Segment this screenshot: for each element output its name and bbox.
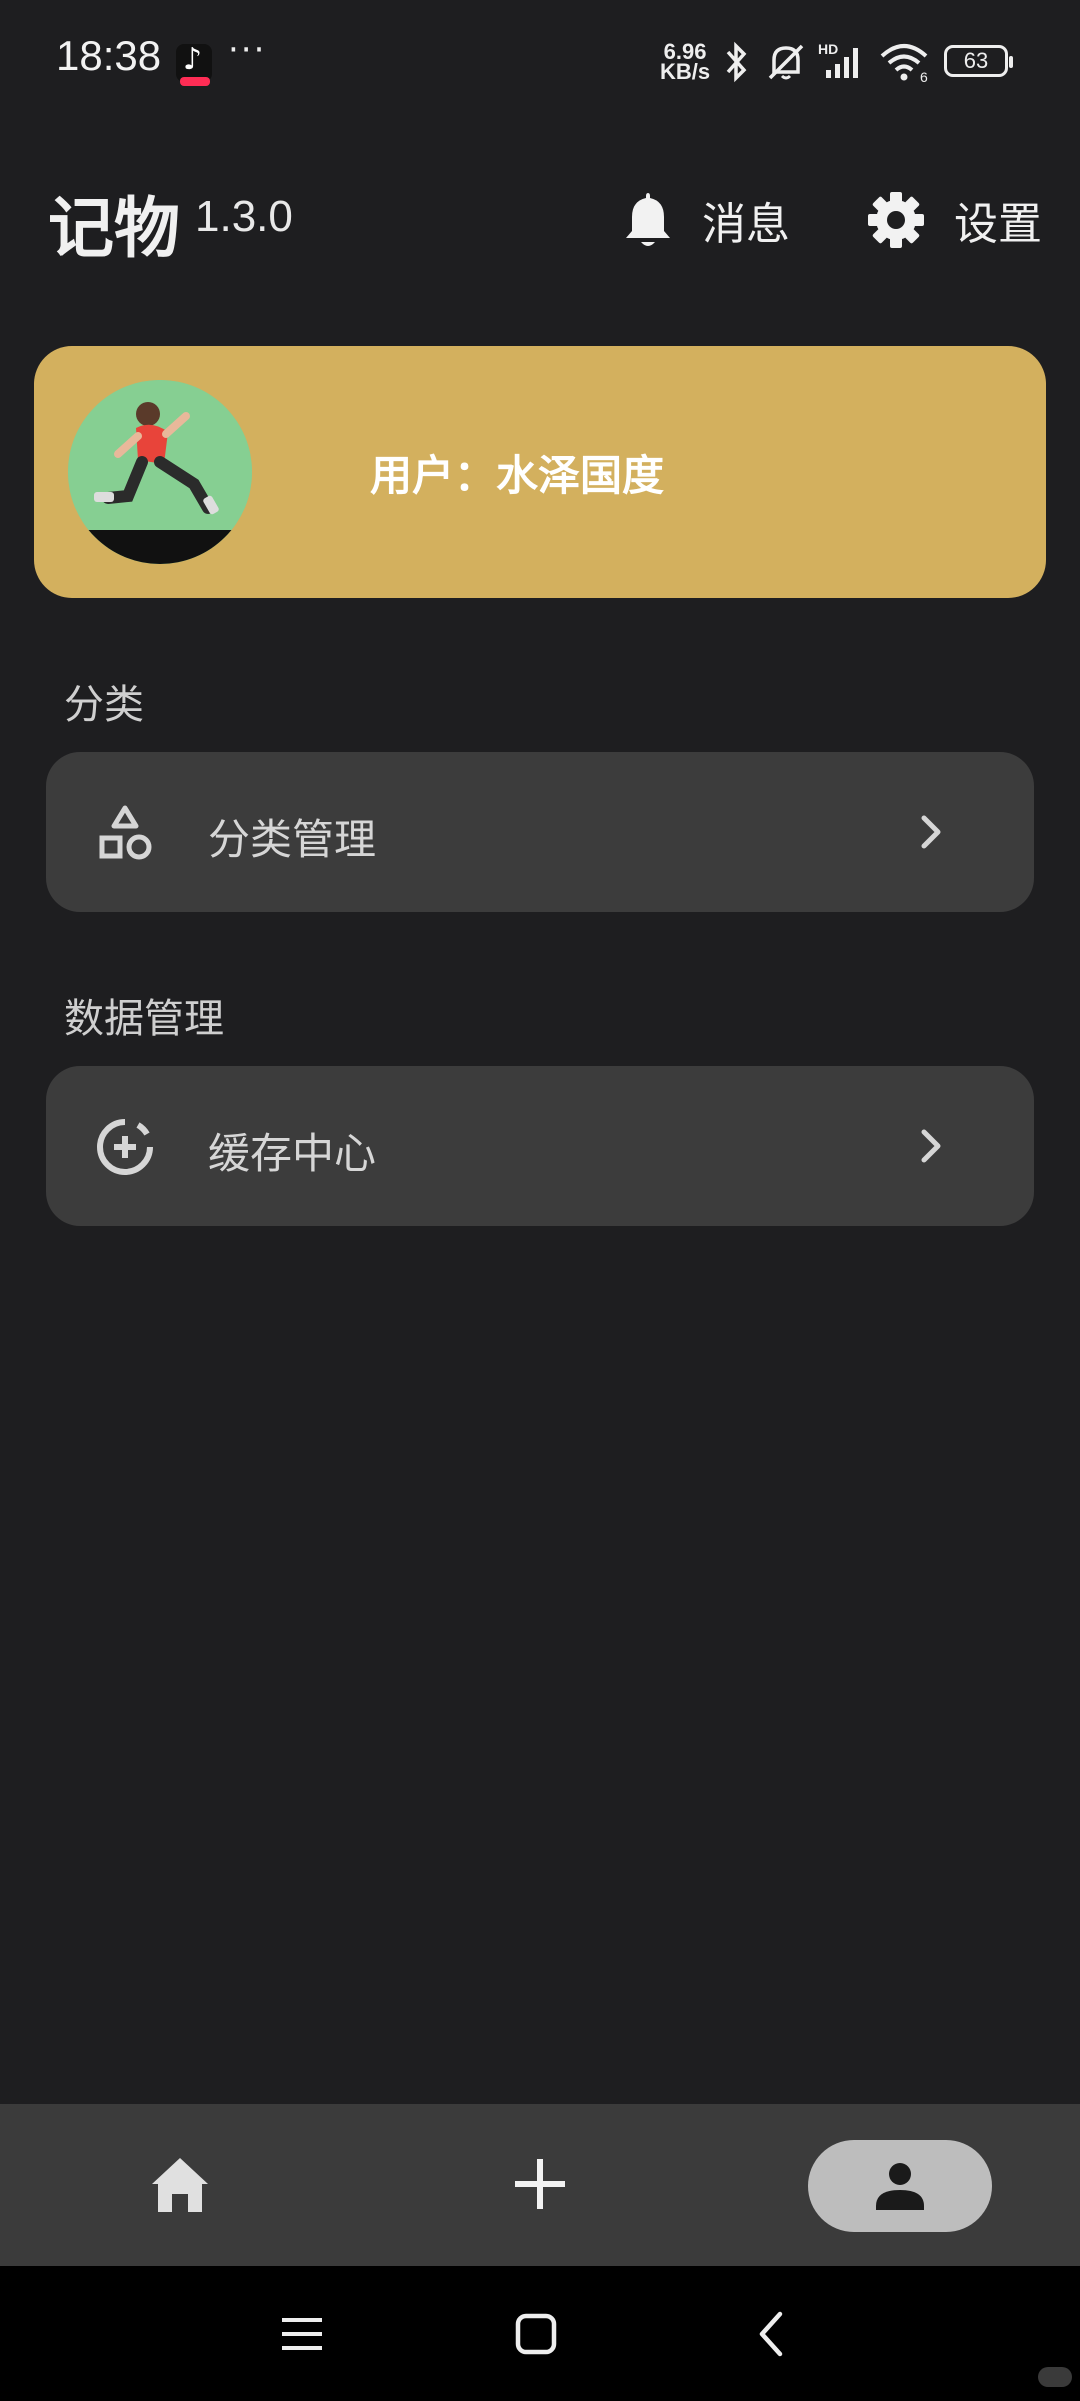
add-icon	[515, 2159, 565, 2209]
user-name-label: 用户：水泽国度	[370, 451, 665, 500]
profile-card[interactable]: 用户：水泽国度	[34, 346, 1046, 598]
signal-hd-label: HD	[818, 41, 838, 57]
battery-level: 63	[963, 48, 989, 73]
status-bar: 18:38 ··· 6.96 KB/s HD 6 63	[0, 0, 1080, 125]
bluetooth-icon	[726, 41, 747, 83]
nav-add-button[interactable]	[480, 2104, 600, 2266]
bell-icon	[626, 193, 670, 246]
category-management-item[interactable]: 分类管理	[46, 752, 1034, 912]
more-notifications-icon: ···	[228, 30, 267, 70]
avatar-runner-image	[68, 380, 252, 564]
settings-label: 设置	[954, 199, 1042, 250]
app-title: 记物	[48, 190, 180, 267]
category-management-label: 分类管理	[208, 815, 377, 864]
gear-icon	[868, 192, 924, 248]
system-navigation-bar	[0, 2266, 1080, 2401]
messages-button[interactable]: 消息	[620, 180, 790, 260]
chevron-right-icon	[921, 815, 941, 849]
section-title-category: 分类	[64, 682, 144, 728]
person-icon	[876, 2163, 924, 2210]
mute-bell-icon	[768, 44, 804, 80]
wifi-standard-label: 6	[920, 69, 928, 84]
shapes-icon	[99, 805, 152, 860]
chevron-right-icon	[921, 1129, 941, 1163]
watermark-badge	[1038, 2367, 1072, 2387]
messages-label: 消息	[702, 199, 790, 250]
recent-apps-icon[interactable]	[270, 2302, 334, 2366]
cache-center-item[interactable]: 缓存中心	[46, 1066, 1034, 1226]
network-speed: 6.96 KB/s	[660, 41, 711, 84]
nav-profile-button[interactable]	[808, 2140, 992, 2232]
avatar[interactable]	[68, 380, 252, 564]
home-icon	[152, 2158, 208, 2212]
nav-home-button[interactable]	[120, 2104, 240, 2266]
back-icon[interactable]	[740, 2302, 804, 2366]
cellular-signal-icon: HD	[818, 41, 858, 78]
app-version: 1.3.0	[195, 192, 293, 241]
wifi-icon: 6	[880, 44, 928, 84]
tiktok-notification-icon	[176, 42, 212, 86]
section-title-data: 数据管理	[64, 996, 224, 1042]
settings-button[interactable]: 设置	[864, 180, 1042, 260]
cache-icon	[97, 1119, 153, 1175]
status-time: 18:38	[56, 32, 162, 79]
bottom-navigation	[0, 2104, 1080, 2266]
home-system-icon[interactable]	[504, 2302, 568, 2366]
network-speed-unit: KB/s	[660, 59, 711, 84]
battery-icon: 63	[944, 45, 1013, 77]
cache-center-label: 缓存中心	[208, 1129, 377, 1178]
